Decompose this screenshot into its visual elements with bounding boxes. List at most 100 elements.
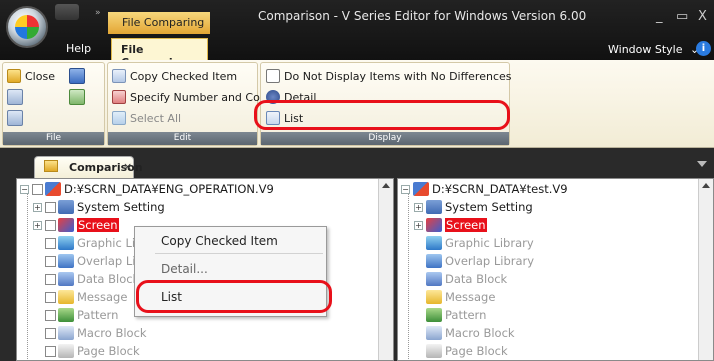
tree-item-macro-block[interactable]: Macro Block [426,325,515,341]
close-file-button[interactable]: Close [7,67,55,85]
save-icon[interactable] [69,68,85,84]
import-icon[interactable] [7,89,23,105]
tree-item-overlap-library[interactable]: Overlap Library [426,253,534,269]
tree-root[interactable]: − D:¥SCRN_DATA¥ENG_OPERATION.V9 [20,181,274,197]
quick-access-toolbar-button[interactable] [55,4,79,20]
tab-help[interactable]: Help [66,42,91,55]
tree-item-message[interactable]: Message [426,289,495,305]
tree-item-message[interactable]: Message [45,289,127,305]
file-tool-icon[interactable] [7,110,23,126]
item-checkbox[interactable] [45,327,56,339]
tree-item-label: Message [77,290,128,304]
tree-item-label: Data Block [77,272,140,286]
window-style-label: Window Style [608,43,683,56]
item-checkbox[interactable] [45,309,56,321]
page-block-icon [426,344,442,358]
context-tab-group-label: File Comparing [108,12,210,34]
select-all-button[interactable]: Select All [112,109,181,127]
info-icon[interactable]: i [696,41,711,56]
overlap-library-icon [58,254,74,268]
expand-icon[interactable]: + [33,202,42,212]
item-checkbox[interactable] [45,273,56,285]
root-checkbox[interactable] [32,183,43,195]
copy-checked-item-button[interactable]: Copy Checked Item [112,67,237,85]
expand-icon[interactable]: + [414,202,423,212]
tree-item-macro-block[interactable]: Macro Block [45,325,147,341]
tree-item-label: Screen [77,218,119,232]
tree-item-label: Message [445,290,496,304]
list-menu-highlight [136,280,332,313]
screen-icon [58,218,74,232]
edit-group: Copy Checked Item Specify Number and Cop… [107,62,273,146]
export-icon[interactable] [69,89,85,105]
tree-item-graphic-library[interactable]: Graphic Library [426,235,534,251]
tree-item-label: Data Block [445,272,508,286]
tree-item-pattern[interactable]: Pattern [426,307,486,323]
list-ribbon-highlight [254,100,510,130]
collapse-icon[interactable]: − [20,184,29,194]
item-checkbox[interactable] [45,201,56,213]
graphic-library-icon [426,236,442,250]
window-style-menu[interactable]: Window Style ⌄ [608,43,699,56]
data-block-icon [426,272,442,286]
maximize-button[interactable]: ▭ [676,9,688,24]
tree-item-label: Macro Block [445,326,515,340]
item-checkbox[interactable] [45,291,56,303]
tree-root[interactable]: − D:¥SCRN_DATA¥test.V9 [401,181,568,197]
right-vertical-scrollbar[interactable] [698,179,713,360]
specify-number-and-copy-label: Specify Number and Copy [130,90,274,104]
tree-item-data-block[interactable]: Data Block [45,271,139,287]
tree-item-page-block[interactable]: Page Block [45,343,140,359]
tree-item-label: Macro Block [77,326,147,340]
item-checkbox[interactable] [45,237,56,249]
scroll-up-icon[interactable] [382,183,390,188]
close-tab-icon[interactable]: × [123,160,132,173]
tab-file-comparing[interactable]: File Comparing [111,38,208,69]
tree-item-screen[interactable]: + Screen [33,217,119,233]
edit-group-label: Edit [108,132,257,145]
expand-icon[interactable]: + [33,220,42,230]
macro-block-icon [58,326,74,340]
copy-checked-item-label: Copy Checked Item [130,69,238,83]
menu-separator [155,253,323,254]
collapse-icon[interactable]: − [401,184,410,194]
system-setting-icon [58,200,74,214]
tree-item-data-block[interactable]: Data Block [426,271,507,287]
expand-icon[interactable]: + [414,220,423,230]
quick-access-dropdown-icon[interactable]: » [95,8,101,18]
pattern-icon [426,308,442,322]
tree-item-label: Pattern [445,308,487,322]
tree-root-label: D:¥SCRN_DATA¥ENG_OPERATION.V9 [64,182,274,196]
menu-item-detail[interactable]: Detail... [161,262,208,276]
item-checkbox[interactable] [45,345,56,357]
tree-item-screen[interactable]: + Screen [414,217,487,233]
tree-item-label: Graphic Library [445,236,534,250]
application-menu-button[interactable] [6,6,48,48]
tab-list-dropdown-icon[interactable] [697,161,707,167]
tree-item-label: Overlap Library [445,254,535,268]
tree-item-pattern[interactable]: Pattern [45,307,118,323]
select-all-label: Select All [130,111,182,125]
tree-item-label: Page Block [77,344,140,358]
left-vertical-scrollbar[interactable] [378,179,393,360]
data-block-icon [58,272,74,286]
tree-item-system-setting[interactable]: + System Setting [414,199,533,215]
minimize-button[interactable]: _ [656,9,663,24]
close-window-button[interactable]: X [698,9,707,24]
overlap-library-icon [426,254,442,268]
select-all-icon [112,111,126,125]
specify-number-and-copy-button[interactable]: Specify Number and Copy [112,88,273,106]
project-file-icon [413,182,429,196]
item-checkbox[interactable] [45,219,56,231]
checkbox-icon [266,69,280,83]
tree-root-label: D:¥SCRN_DATA¥test.V9 [432,182,568,196]
file-group-label: File [3,132,104,145]
do-not-display-no-diff-checkbox[interactable]: Do Not Display Items with No Differences [266,67,512,85]
tree-item-system-setting[interactable]: + System Setting [33,199,165,215]
tree-item-page-block[interactable]: Page Block [426,343,508,359]
tree-item-label: System Setting [77,200,165,214]
scroll-up-icon[interactable] [702,183,710,188]
item-checkbox[interactable] [45,255,56,267]
menu-item-copy-checked-item[interactable]: Copy Checked Item [161,234,278,248]
right-tree-pane[interactable]: − D:¥SCRN_DATA¥test.V9 + System Setting … [397,178,714,361]
